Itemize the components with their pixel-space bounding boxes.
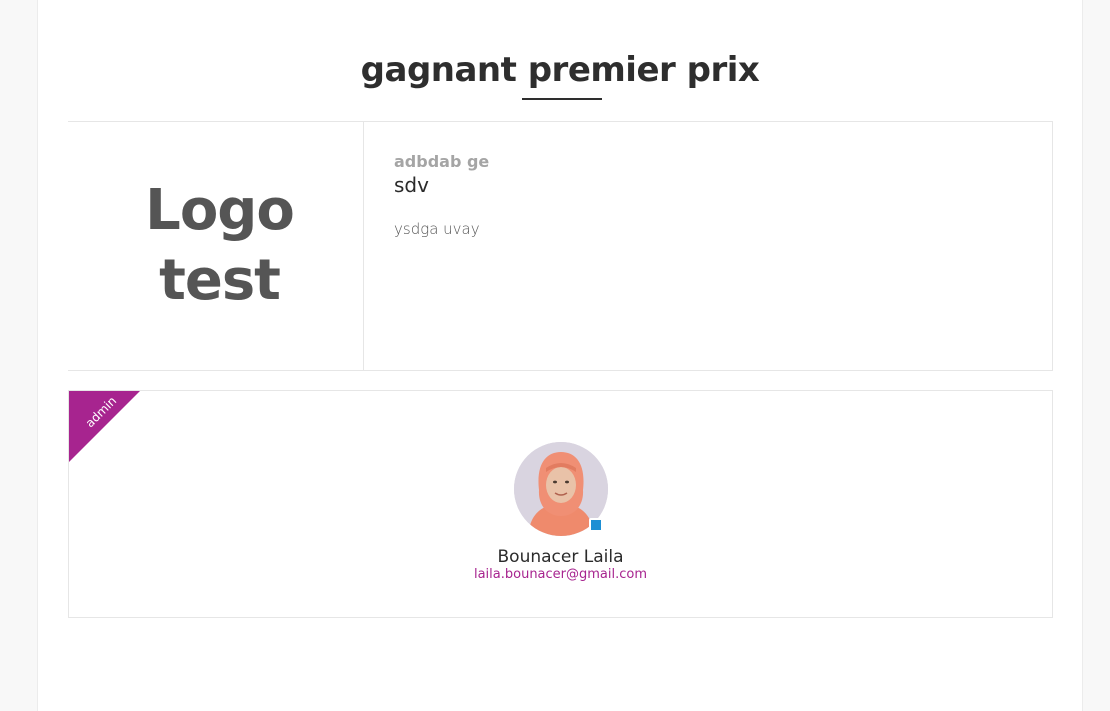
member-name: Bounacer Laila: [497, 547, 624, 567]
logo-panel: Logo test: [68, 122, 364, 370]
status-indicator: [589, 518, 603, 532]
logo-line-2: test: [159, 248, 281, 313]
prize-info-card: Logo test adbdab ge sdv ysdga uvay: [68, 121, 1053, 371]
prize-description: ysdga uvay: [394, 220, 480, 238]
company-logo: Logo test: [145, 176, 295, 316]
prize-name: sdv: [394, 173, 429, 197]
prize-label: adbdab ge: [394, 152, 490, 171]
page-title: gagnant premier prix: [360, 50, 760, 90]
title-section: gagnant premier prix: [38, 50, 1082, 90]
logo-line-1: Logo: [145, 178, 295, 243]
title-underline: [522, 98, 602, 100]
page-container: gagnant premier prix Logo test adbdab ge…: [37, 0, 1083, 711]
winner-member-card[interactable]: admin Bounacer Laila laila.bounacer@gmai…: [68, 390, 1053, 618]
member-email-link[interactable]: laila.bounacer@gmail.com: [69, 567, 1052, 582]
prize-details: adbdab ge sdv ysdga uvay: [394, 152, 489, 238]
